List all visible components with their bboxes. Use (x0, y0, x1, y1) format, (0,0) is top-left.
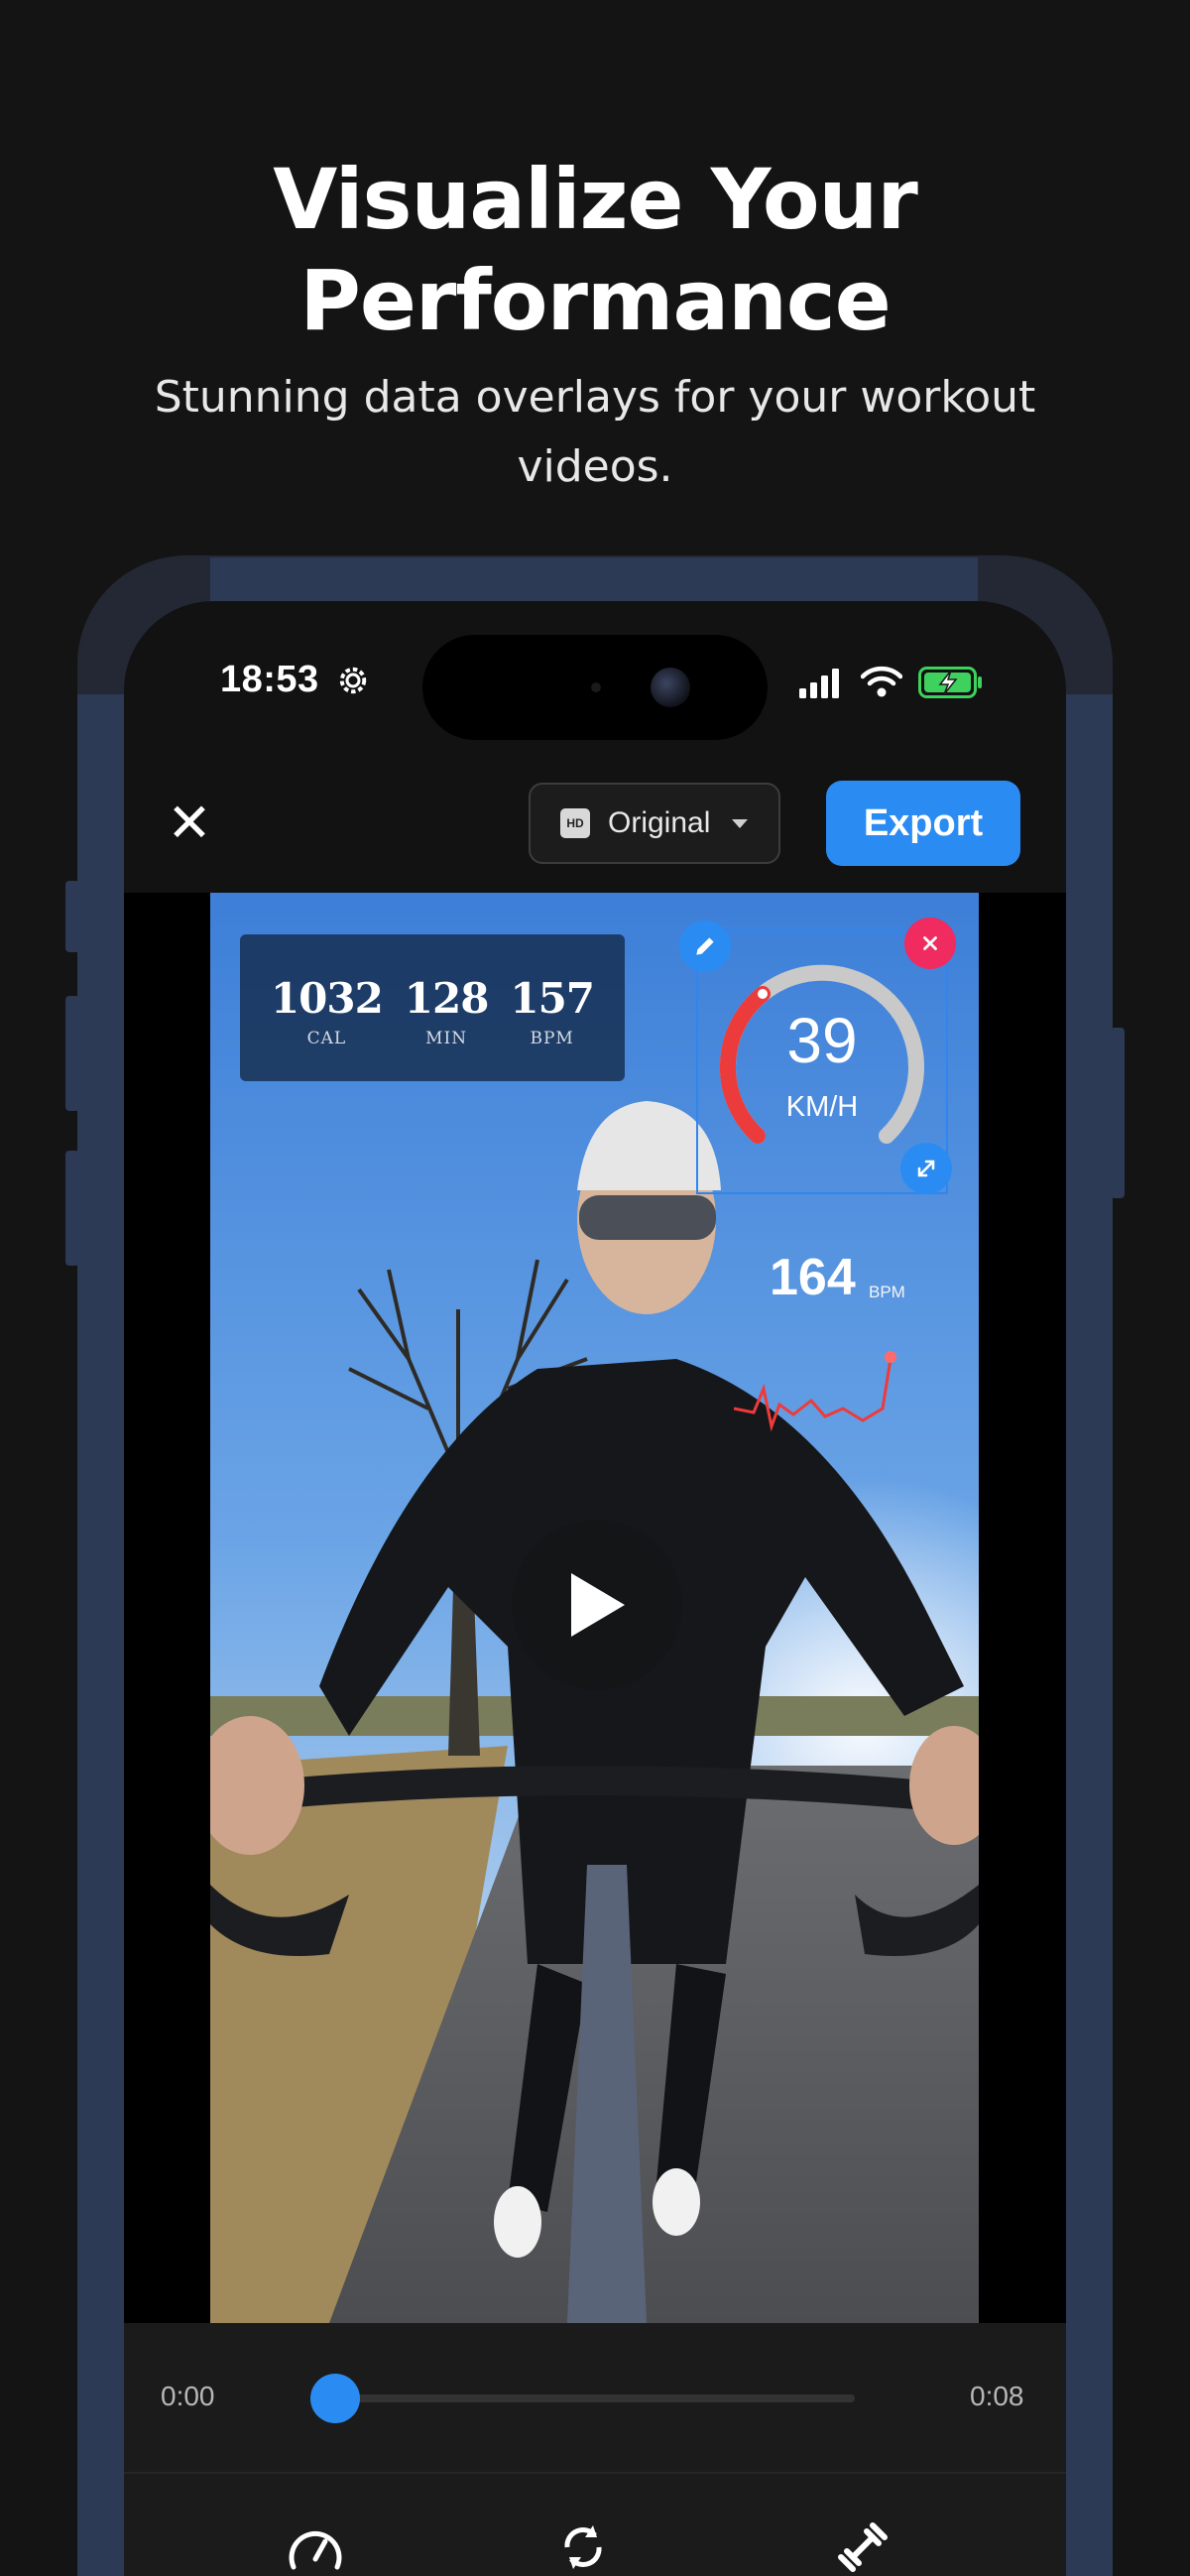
speed-value: 39 (786, 1005, 858, 1076)
stat-minutes: 128 MIN (404, 974, 490, 1081)
camera-icon (651, 668, 690, 707)
resize-icon (917, 1160, 935, 1177)
dumbbell-icon[interactable] (833, 2517, 892, 2576)
chevron-down-icon (732, 818, 749, 828)
stat-value: 128 (404, 974, 490, 1023)
edit-overlay-button[interactable] (679, 920, 731, 972)
signal-icon (799, 669, 839, 698)
dynamic-island (422, 635, 768, 740)
wifi-icon (861, 666, 902, 697)
delete-overlay-button[interactable] (904, 918, 956, 969)
close-icon: ✕ (167, 792, 212, 854)
quality-dropdown[interactable]: HD Original (529, 783, 780, 864)
promo-subtitle: Stunning data overlays for your workout … (149, 363, 1041, 502)
stat-calories: 1032 CAL (270, 974, 384, 1081)
promo-subtitle-line2: videos. (517, 441, 673, 492)
stat-bpm: 157 BPM (510, 974, 595, 1081)
gear-icon (339, 667, 367, 694)
promo-title-line2: Performance (299, 252, 891, 349)
phone-frame-band (1065, 694, 1113, 2576)
close-button[interactable]: ✕ (165, 794, 214, 853)
heartbeat-graph (734, 1351, 896, 1432)
speed-unit: KM/H (785, 1091, 859, 1123)
stat-label: BPM (530, 1029, 574, 1048)
phone-frame-band (210, 557, 978, 607)
hd-icon: HD (560, 808, 590, 838)
pencil-icon (696, 937, 714, 955)
stats-overlay[interactable]: 1032 CAL 128 MIN 157 BPM (240, 934, 625, 1081)
close-icon (923, 936, 937, 950)
promo-title: Visualize Your Performance (0, 149, 1190, 351)
play-icon (571, 1573, 625, 1637)
timeline-end-time: 0:08 (970, 2381, 1024, 2411)
promo-subtitle-line1: Stunning data overlays for your workout (154, 372, 1036, 423)
resize-overlay-button[interactable] (900, 1143, 952, 1194)
volume-up-button (65, 996, 79, 1111)
phone-frame-band (77, 694, 125, 2576)
stat-label: MIN (425, 1029, 468, 1048)
sync-icon[interactable] (553, 2517, 613, 2576)
quality-label: Original (608, 806, 711, 839)
export-button[interactable]: Export (826, 781, 1020, 866)
battery-icon (918, 667, 982, 698)
play-button[interactable] (512, 1520, 682, 1690)
speedometer-icon[interactable] (286, 2517, 345, 2576)
volume-down-button (65, 1151, 79, 1266)
heart-rate-value: 164 (770, 1249, 856, 1306)
stat-value: 157 (510, 974, 595, 1023)
timeline-thumb[interactable] (310, 2374, 360, 2423)
timeline-start-time: 0:00 (161, 2381, 215, 2411)
action-button (65, 881, 79, 952)
stat-label: CAL (306, 1029, 347, 1048)
status-time: 18:53 (220, 659, 319, 700)
timeline-scrubber[interactable] (333, 2394, 855, 2402)
promo-title-line1: Visualize Your (273, 151, 918, 248)
power-button (1111, 1028, 1125, 1198)
stat-value: 1032 (270, 974, 384, 1023)
heart-rate-unit: BPM (869, 1283, 905, 1301)
